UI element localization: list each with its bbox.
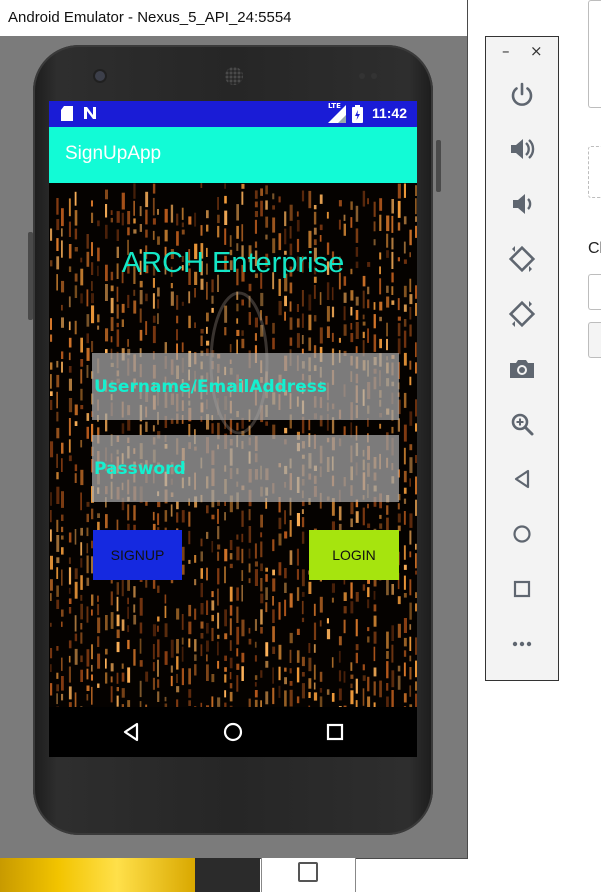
battery-icon [352,105,363,127]
emulator-toolbar: – × [485,36,559,681]
overview-icon[interactable] [505,572,539,606]
toolbar-extension-panel [261,858,356,892]
light-sensor [371,73,377,79]
background-dropzone [588,146,601,198]
window-title: Android Emulator - Nexus_5_API_24:5554 [0,0,467,36]
status-time: 11:42 [371,105,407,121]
navigation-bar [49,707,417,757]
front-camera [95,71,105,81]
signup-form-area: ARCH Enterprise SIGNUP LOGIN [49,183,417,707]
password-field[interactable] [92,435,399,502]
emulator-window: Android Emulator - Nexus_5_API_24:5554 L… [0,0,468,859]
volume-up-icon[interactable] [505,132,539,166]
background-panel [588,0,601,108]
background-label: Cl [588,240,601,257]
background-button[interactable] [588,322,601,358]
home-icon[interactable] [505,517,539,551]
page-heading: ARCH Enterprise [121,247,345,279]
recents-icon[interactable] [323,720,347,744]
close-button[interactable]: × [530,43,543,59]
app-title: SignUpApp [65,143,162,164]
sd-card-icon [61,106,73,125]
app-bar: SignUpApp [49,127,417,183]
more-icon[interactable] [505,627,539,661]
phone-screen: LTE 11:42 SignUpApp ARCH Enterprise SIGN… [49,101,417,757]
back-icon[interactable] [505,462,539,496]
volume-down-icon[interactable] [505,187,539,221]
network-type: LTE [328,102,341,110]
back-icon[interactable] [119,720,143,744]
background-window [588,0,601,892]
proximity-sensor [359,73,365,79]
desktop-thumbnail [0,858,195,892]
power-side-button [436,140,441,192]
n-notification-icon [83,106,97,124]
username-field[interactable] [92,353,399,420]
home-icon[interactable] [221,720,245,744]
desktop-background [195,858,260,892]
status-bar: LTE 11:42 [49,101,417,127]
square-icon[interactable] [298,862,318,882]
zoom-icon[interactable] [505,407,539,441]
power-icon[interactable] [505,77,539,111]
signup-button[interactable]: SIGNUP [93,530,182,580]
background-input[interactable] [588,274,601,310]
rotate-left-icon[interactable] [505,242,539,276]
minimize-button[interactable]: – [502,43,510,59]
login-button[interactable]: LOGIN [309,530,399,580]
camera-icon[interactable] [505,352,539,386]
rotate-right-icon[interactable] [505,297,539,331]
earpiece-speaker [225,67,243,85]
volume-side-button [28,232,33,320]
